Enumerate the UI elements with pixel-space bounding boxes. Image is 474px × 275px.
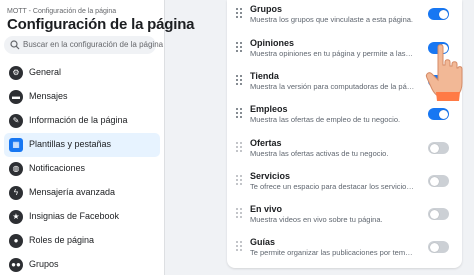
settings-sidebar: MOTT - Configuración de la página Config…: [0, 0, 195, 275]
tab-description: Muestra los grupos que vinculaste a esta…: [250, 15, 414, 24]
hand-cursor-icon: [426, 44, 463, 101]
tab-toggle[interactable]: [428, 241, 449, 253]
tab-description: Te permite organizar las publicaciones p…: [250, 248, 415, 257]
drag-handle-icon[interactable]: [236, 75, 242, 86]
drag-handle-icon[interactable]: [236, 208, 242, 219]
tab-description: Muestra las ofertas de empleo de tu nego…: [250, 115, 401, 124]
tab-toggle[interactable]: [428, 8, 449, 20]
sidebar-item-label: Grupos: [29, 259, 59, 269]
tab-title: Opiniones: [250, 38, 295, 48]
tab-toggle[interactable]: [428, 108, 449, 120]
breadcrumb[interactable]: MOTT - Configuración de la página: [7, 8, 116, 15]
tab-description: Muestra la versión para computadoras de …: [250, 82, 415, 91]
sidebar-item-mensajes[interactable]: ▬ Mensajes: [4, 85, 160, 109]
toggle-knob: [438, 9, 448, 19]
tab-toggle[interactable]: [428, 142, 449, 154]
tab-description: Te ofrece un espacio para destacar los s…: [250, 182, 415, 191]
sidebar-nav: ⚙ General ▬ Mensajes ✎ Información de la…: [0, 61, 164, 275]
drag-handle-icon[interactable]: [236, 241, 242, 252]
person-icon: ●: [9, 234, 23, 248]
tab-row-grupos: Grupos Muestra los grupos que vinculaste…: [227, 4, 462, 37]
sidebar-item-insignias[interactable]: ★ Insignias de Facebook: [4, 205, 160, 229]
tab-toggle[interactable]: [428, 208, 449, 220]
toggle-knob: [429, 209, 439, 219]
sidebar-item-label: Mensajes: [29, 91, 68, 101]
toggle-knob: [438, 109, 448, 119]
page-title: Configuración de la página: [7, 16, 195, 33]
search-icon: [10, 40, 20, 50]
sidebar-item-plantillas[interactable]: ▦ Plantillas y pestañas: [4, 133, 160, 157]
tab-description: Muestra opiniones en tu página y permite…: [250, 49, 415, 58]
tab-title: Grupos: [250, 4, 283, 14]
sidebar-item-notificaciones[interactable]: ◍ Notificaciones: [4, 157, 160, 181]
messenger-icon: ϟ: [9, 186, 23, 200]
search-placeholder: Buscar en la configuración de la página: [23, 40, 164, 49]
sidebar-item-informacion[interactable]: ✎ Información de la página: [4, 109, 160, 133]
messages-icon: ▬: [9, 90, 23, 104]
tab-row-guias: Guías Te permite organizar las publicaci…: [227, 237, 462, 270]
sidebar-item-roles[interactable]: ● Roles de página: [4, 229, 160, 253]
sidebar-item-label: Insignias de Facebook: [29, 211, 120, 221]
group-icon: ●●: [9, 258, 23, 272]
toggle-knob: [429, 176, 439, 186]
sidebar-item-label: Roles de página: [29, 235, 95, 245]
toggle-knob: [429, 143, 439, 153]
tab-row-empleos: Empleos Muestra las ofertas de empleo de…: [227, 104, 462, 137]
tab-title: Ofertas: [250, 138, 282, 148]
sidebar-item-label: Mensajería avanzada: [29, 187, 116, 197]
tab-row-en-vivo: En vivo Muestra videos en vivo sobre tu …: [227, 204, 462, 237]
drag-handle-icon[interactable]: [236, 42, 242, 53]
globe-icon: ◍: [9, 162, 23, 176]
search-input[interactable]: Buscar en la configuración de la página: [4, 36, 163, 54]
tabs-settings-panel: Grupos Muestra los grupos que vinculaste…: [227, 0, 462, 268]
tab-row-ofertas: Ofertas Muestra las ofertas activas de t…: [227, 138, 462, 171]
drag-handle-icon[interactable]: [236, 8, 242, 19]
drag-handle-icon[interactable]: [236, 108, 242, 119]
sidebar-item-label: Plantillas y pestañas: [29, 139, 112, 149]
pencil-icon: ✎: [9, 114, 23, 128]
sidebar-item-label: Información de la página: [29, 115, 128, 125]
gear-icon: ⚙: [9, 66, 23, 80]
tab-toggle[interactable]: [428, 175, 449, 187]
tab-title: En vivo: [250, 204, 283, 214]
tab-title: Guías: [250, 237, 276, 247]
settings-page: MOTT - Configuración de la página Config…: [0, 0, 474, 275]
tab-title: Empleos: [250, 104, 288, 114]
tab-row-servicios: Servicios Te ofrece un espacio para dest…: [227, 171, 462, 204]
sidebar-item-label: Notificaciones: [29, 163, 86, 173]
toggle-knob: [429, 242, 439, 252]
badge-icon: ★: [9, 210, 23, 224]
drag-handle-icon[interactable]: [236, 142, 242, 153]
drag-handle-icon[interactable]: [236, 175, 242, 186]
sidebar-item-grupos[interactable]: ●● Grupos: [4, 253, 160, 275]
sidebar-item-mensajeria[interactable]: ϟ Mensajería avanzada: [4, 181, 160, 205]
sidebar-item-general[interactable]: ⚙ General: [4, 61, 160, 85]
tab-description: Muestra videos en vivo sobre tu página.: [250, 215, 383, 224]
tab-description: Muestra las ofertas activas de tu negoci…: [250, 149, 389, 158]
tab-title: Servicios: [250, 171, 291, 181]
sidebar-item-label: General: [29, 67, 62, 77]
tab-title: Tienda: [250, 71, 279, 81]
templates-grid-icon: ▦: [9, 138, 23, 152]
